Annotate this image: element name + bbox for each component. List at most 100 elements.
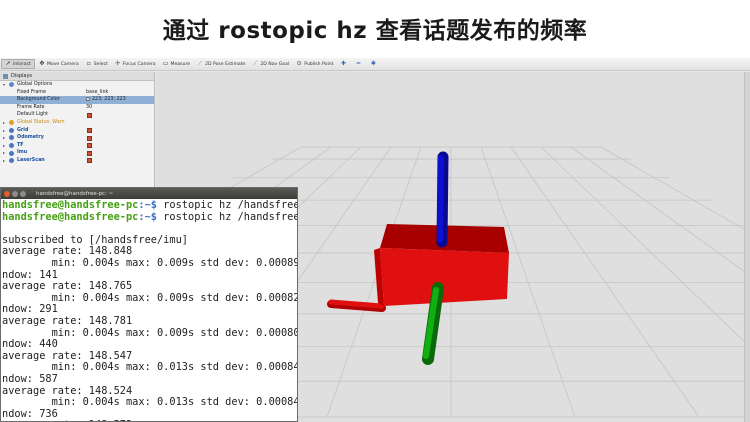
tool-interact-label: Interact [13,61,31,67]
tool-select-label: Select [93,61,108,67]
plugin-icon [9,143,14,149]
monitor-icon [3,73,8,79]
display-item-odometry[interactable]: ▸ Odometry [0,134,154,142]
output-text: ndow: 440 [2,338,58,351]
display-item-label: Grid [17,127,29,133]
terminal-window[interactable]: handsfree@handsfree-pc: ~ handsfree@hand… [0,187,298,422]
display-item-laserscan[interactable]: ▸ LaserScan [0,157,154,165]
displays-header-label: Displays [11,72,33,79]
tool-focus-camera-label: Focus Camera [122,61,156,67]
chevron-right-icon[interactable]: ▸ [3,134,5,142]
checkbox[interactable] [87,158,92,164]
chevron-right-icon[interactable]: ▸ [3,142,5,150]
output-text: ndow: 736 [2,407,58,420]
prompt-user: handsfree@handsfree-pc [2,200,139,211]
tool-2d-nav-goal[interactable]: ⟋ 2D Nav Goal [249,59,292,69]
checkbox[interactable] [87,112,92,118]
focus-icon: ✛ [115,60,121,67]
pin-icon: ⊙ [296,60,302,67]
output-text: average rate: 148.524 [2,384,133,397]
display-item-label: Global Status: Warn [17,119,65,125]
close-icon[interactable] [4,190,10,197]
tool-move-camera-label: Move Camera [46,61,79,67]
arrow-green-icon: ⟋ [253,60,258,67]
tool-publish-point-label: Publish Point [304,61,334,67]
ruler-icon: ▭ [162,60,169,67]
output-text: subscribed to [/handsfree/imu] [2,233,188,246]
display-item-fixed-frame[interactable]: Fixed Frame base_link [0,89,154,97]
display-item-value[interactable]: base_link [86,89,108,97]
move-icon: ✥ [39,60,45,67]
tool-focus-camera[interactable]: ✛ Focus Camera [112,59,159,69]
tool-interact[interactable]: ➚ Interact [1,59,35,69]
plugin-icon [9,158,14,164]
chevron-right-icon[interactable]: ▸ [3,149,5,157]
tool-2d-pose-estimate[interactable]: ⟋ 2D Pose Estimate [194,59,248,69]
prompt-path: :~$ [138,210,157,223]
chevron-right-icon[interactable]: ▸ [3,127,5,135]
display-item-value-text: 30 [86,104,93,110]
slide-title: 通过 rostopic hz 查看话题发布的频率 [162,18,588,44]
prompt-user: handsfree@handsfree-pc [2,210,139,223]
tool-2d-nav-goal-label: 2D Nav Goal [260,61,290,67]
star-button[interactable]: ✱ [367,59,381,69]
display-item-frame-rate[interactable]: Frame Rate 30 [0,104,154,112]
output-text: ndow: 587 [2,372,58,385]
output-text: min: 0.004s max: 0.009s std dev: 0.00080… [2,326,298,339]
output-text: average rate: 148.765 [2,280,133,293]
output-text: min: 0.004s max: 0.009s std dev: 0.00089… [2,256,298,269]
chevron-down-icon[interactable]: ▾ [3,81,5,89]
color-swatch [86,96,90,101]
minus-icon: ━ [356,60,361,67]
display-item-label: Odometry [17,135,44,141]
display-item-label: Background Color [17,97,60,103]
prompt-path: :~$ [138,200,157,211]
rviz-toolbar: ➚ Interact ✥ Move Camera ▫ Select ✛ Focus Camer… [0,58,750,71]
viewport-edge [744,72,750,422]
terminal-line: handsfree@handsfree-pc:~$ rostopic hz /h… [2,210,298,224]
terminal-titlebar[interactable]: handsfree@handsfree-pc: ~ [1,188,297,199]
tool-2d-pose-estimate-label: 2D Pose Estimate [205,61,246,67]
output-text: min: 0.004s max: 0.013s std dev: 0.00084… [2,361,298,374]
tool-move-camera[interactable]: ✥ Move Camera [36,59,82,69]
output-text: min: 0.004s max: 0.009s std dev: 0.00082… [2,291,298,304]
plus-axis-button[interactable]: ✚ [337,59,351,69]
display-item-global-status-warn[interactable]: ▸ Global Status: Warn [0,119,154,127]
display-item-value[interactable]: 30 [86,104,92,112]
chevron-right-icon[interactable]: ▸ [3,157,5,165]
display-item-imu[interactable]: ▸ Imu [0,149,154,157]
imu-box-front [380,248,509,306]
minimize-icon[interactable] [12,190,18,197]
warning-icon [9,120,14,126]
output-text: average rate: 148.547 [2,349,133,362]
display-item-label: Imu [17,150,28,156]
star-icon: ✱ [370,60,376,67]
minus-button[interactable]: ━ [352,59,366,69]
tool-measure-label: Measure [170,61,191,67]
plus-axis-icon: ✚ [340,60,346,67]
checkbox[interactable] [87,143,92,149]
display-item-background-color[interactable]: Background Color 223; 223; 223 [0,96,154,104]
imu-z-axis-highlight [437,155,444,243]
checkbox[interactable] [87,150,92,156]
display-item-global-options[interactable]: ▾ Global Options [0,81,154,89]
display-item-label: Default Light [17,112,49,118]
output-text: ndow: 141 [2,268,58,281]
displays-tree: ▾ Global Options Fixed Frame base_link Backg… [0,81,154,165]
prompt-command: rostopic hz /handsfree/imu [163,210,298,223]
chevron-right-icon[interactable]: ▸ [3,119,5,127]
display-item-default-light[interactable]: Default Light [0,111,154,119]
checkbox[interactable] [87,128,92,134]
output-text: ndow: 291 [2,303,58,316]
display-item-tf[interactable]: ▸ TF [0,142,154,150]
tool-select[interactable]: ▫ Select [83,59,111,69]
tool-publish-point[interactable]: ⊙ Publish Point [293,59,336,69]
plugin-icon [9,135,14,141]
display-item-value[interactable]: 223; 223; 223 [86,96,126,104]
display-item-grid[interactable]: ▸ Grid [0,127,154,135]
maximize-icon[interactable] [20,190,26,197]
terminal-output[interactable]: handsfree@handsfree-pc:~$ rostopic hz /h… [2,200,298,421]
tool-measure[interactable]: ▭ Measure [160,59,194,69]
prompt-command: rostopic hz /handsfree/imu [163,200,298,211]
checkbox[interactable] [87,135,92,141]
